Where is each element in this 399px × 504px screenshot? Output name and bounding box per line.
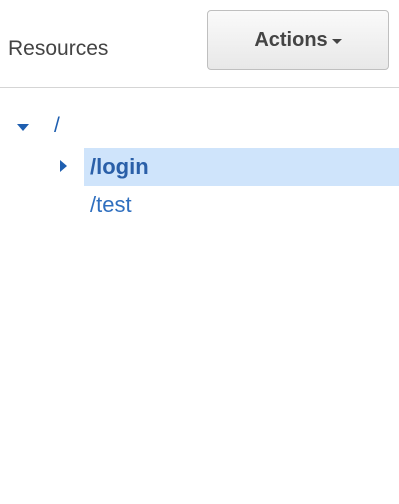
resource-tree: / /login /test [0, 108, 399, 224]
resources-title: Resources [8, 37, 109, 60]
tree-node-login-label[interactable]: /login [90, 154, 149, 180]
tree-node-login[interactable]: /login [60, 148, 399, 186]
resources-header: Resources Actions [0, 0, 399, 88]
tree-node-root[interactable]: / [0, 108, 399, 148]
tree-node-test[interactable]: /test [84, 186, 399, 224]
caret-down-icon[interactable] [17, 124, 29, 131]
caret-down-icon [331, 38, 342, 44]
actions-button-label: Actions [254, 28, 328, 51]
tree-node-root-label[interactable]: / [54, 114, 60, 138]
tree-node-test-label[interactable]: /test [90, 192, 132, 218]
resources-panel: Resources Actions / /login /test [0, 0, 399, 504]
caret-right-icon[interactable] [60, 160, 67, 172]
actions-button[interactable]: Actions [207, 10, 389, 70]
